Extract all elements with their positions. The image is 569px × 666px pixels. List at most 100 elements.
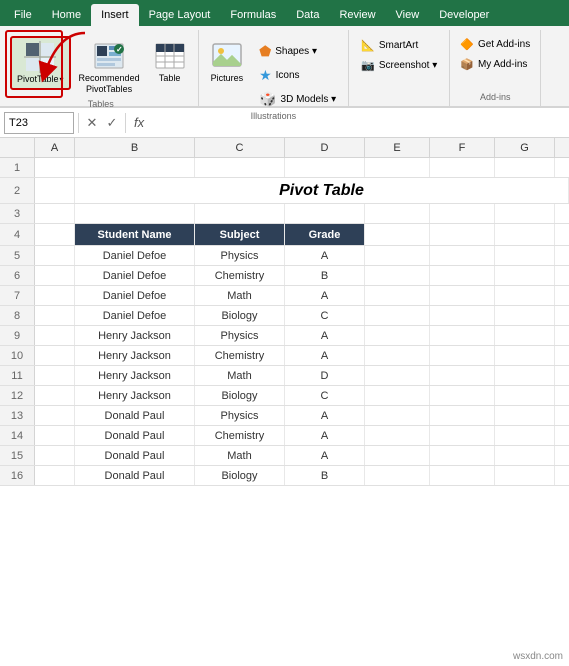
cell-grade-16[interactable]: B — [285, 466, 365, 485]
cell-name-14[interactable]: Donald Paul — [75, 426, 195, 445]
cell-a3[interactable] — [35, 204, 75, 223]
cell-name-6[interactable]: Daniel Defoe — [75, 266, 195, 285]
pictures-button[interactable]: Pictures — [205, 36, 250, 111]
tab-pagelayout[interactable]: Page Layout — [139, 4, 221, 26]
myaddins-icon: 📦 — [460, 58, 474, 71]
screenshot-button[interactable]: 📷 Screenshot ▾ — [355, 56, 443, 75]
cell-e4[interactable] — [365, 224, 430, 245]
cell-grade-13[interactable]: A — [285, 406, 365, 425]
cell-f4[interactable] — [430, 224, 495, 245]
confirm-formula-button[interactable]: ✓ — [103, 114, 121, 132]
cell-e3[interactable] — [365, 204, 430, 223]
cell-a2[interactable] — [35, 178, 75, 203]
recommended-pivottables-button[interactable]: ✓ RecommendedPivotTables — [73, 36, 146, 99]
cell-grade-6[interactable]: B — [285, 266, 365, 285]
cell-name-15[interactable]: Donald Paul — [75, 446, 195, 465]
smartart-button[interactable]: 📐 SmartArt — [355, 36, 443, 55]
col-header-c[interactable]: C — [195, 138, 285, 157]
cell-subject-10[interactable]: Chemistry — [195, 346, 285, 365]
cell-subject-6[interactable]: Chemistry — [195, 266, 285, 285]
header-grade[interactable]: Grade — [285, 224, 365, 245]
cell-name-12[interactable]: Henry Jackson — [75, 386, 195, 405]
cell-a1[interactable] — [35, 158, 75, 177]
cell-a4[interactable] — [35, 224, 75, 245]
tab-insert[interactable]: Insert — [91, 4, 139, 26]
cell-c1[interactable] — [195, 158, 285, 177]
cell-b1[interactable] — [75, 158, 195, 177]
cell-grade-5[interactable]: A — [285, 246, 365, 265]
table-row: 2 Pivot Table — [0, 178, 569, 204]
cell-name-9[interactable]: Henry Jackson — [75, 326, 195, 345]
tab-data[interactable]: Data — [286, 4, 329, 26]
table-row: 11 Henry Jackson Math D — [0, 366, 569, 386]
cell-subject-16[interactable]: Biology — [195, 466, 285, 485]
3dmodels-button[interactable]: 🎲 3D Models ▾ — [253, 88, 342, 111]
cell-f1[interactable] — [430, 158, 495, 177]
cell-subject-13[interactable]: Physics — [195, 406, 285, 425]
cell-name-5[interactable]: Daniel Defoe — [75, 246, 195, 265]
cell-a5[interactable] — [35, 246, 75, 265]
pivottable-button[interactable]: PivotTable▾ — [10, 36, 71, 90]
cell-grade-14[interactable]: A — [285, 426, 365, 445]
table-button[interactable]: Table — [148, 36, 192, 88]
col-header-g[interactable]: G — [495, 138, 555, 157]
cell-name-7[interactable]: Daniel Defoe — [75, 286, 195, 305]
cell-g3[interactable] — [495, 204, 555, 223]
table-row: 15 Donald Paul Math A — [0, 446, 569, 466]
tab-review[interactable]: Review — [329, 4, 385, 26]
cell-name-11[interactable]: Henry Jackson — [75, 366, 195, 385]
cell-d3[interactable] — [285, 204, 365, 223]
cell-c3[interactable] — [195, 204, 285, 223]
cell-grade-12[interactable]: C — [285, 386, 365, 405]
cell-grade-9[interactable]: A — [285, 326, 365, 345]
cell-subject-7[interactable]: Math — [195, 286, 285, 305]
cell-subject-8[interactable]: Biology — [195, 306, 285, 325]
col-header-d[interactable]: D — [285, 138, 365, 157]
cell-subject-15[interactable]: Math — [195, 446, 285, 465]
tab-file[interactable]: File — [4, 4, 42, 26]
cell-grade-7[interactable]: A — [285, 286, 365, 305]
row-num-2: 2 — [0, 178, 35, 203]
cell-subject-9[interactable]: Physics — [195, 326, 285, 345]
getaddins-button[interactable]: 🔶 Get Add-ins — [456, 36, 534, 53]
col-header-e[interactable]: E — [365, 138, 430, 157]
icons-button[interactable]: ★ Icons — [253, 64, 342, 87]
cell-name-13[interactable]: Donald Paul — [75, 406, 195, 425]
cell-subject-5[interactable]: Physics — [195, 246, 285, 265]
cancel-formula-button[interactable]: ✕ — [83, 114, 101, 132]
addins-btns: 🔶 Get Add-ins 📦 My Add-ins — [456, 32, 534, 92]
cell-g1[interactable] — [495, 158, 555, 177]
cell-grade-15[interactable]: A — [285, 446, 365, 465]
col-header-f[interactable]: F — [430, 138, 495, 157]
cell-g4[interactable] — [495, 224, 555, 245]
col-header-a[interactable]: A — [35, 138, 75, 157]
tab-formulas[interactable]: Formulas — [220, 4, 286, 26]
header-subject[interactable]: Subject — [195, 224, 285, 245]
formula-input[interactable] — [152, 114, 565, 132]
name-box[interactable]: T23 — [4, 112, 74, 134]
shapes-button[interactable]: ⬟ Shapes ▾ — [253, 40, 342, 63]
myaddins-button[interactable]: 📦 My Add-ins — [456, 56, 534, 73]
pivot-title-cell[interactable]: Pivot Table — [75, 178, 569, 203]
header-name[interactable]: Student Name — [75, 224, 195, 245]
cell-name-16[interactable]: Donald Paul — [75, 466, 195, 485]
tab-home[interactable]: Home — [42, 4, 91, 26]
ribbon-tabs: File Home Insert Page Layout Formulas Da… — [0, 0, 569, 26]
cell-e1[interactable] — [365, 158, 430, 177]
tab-developer[interactable]: Developer — [429, 4, 499, 26]
cell-name-8[interactable]: Daniel Defoe — [75, 306, 195, 325]
tab-view[interactable]: View — [386, 4, 430, 26]
cell-grade-11[interactable]: D — [285, 366, 365, 385]
cell-f3[interactable] — [430, 204, 495, 223]
cell-b3[interactable] — [75, 204, 195, 223]
cell-subject-11[interactable]: Math — [195, 366, 285, 385]
cell-subject-12[interactable]: Biology — [195, 386, 285, 405]
cell-grade-8[interactable]: C — [285, 306, 365, 325]
cell-subject-14[interactable]: Chemistry — [195, 426, 285, 445]
pivot-title: Pivot Table — [279, 182, 364, 200]
cell-name-10[interactable]: Henry Jackson — [75, 346, 195, 365]
col-header-b[interactable]: B — [75, 138, 195, 157]
table-row: 6 Daniel Defoe Chemistry B — [0, 266, 569, 286]
cell-d1[interactable] — [285, 158, 365, 177]
cell-grade-10[interactable]: A — [285, 346, 365, 365]
